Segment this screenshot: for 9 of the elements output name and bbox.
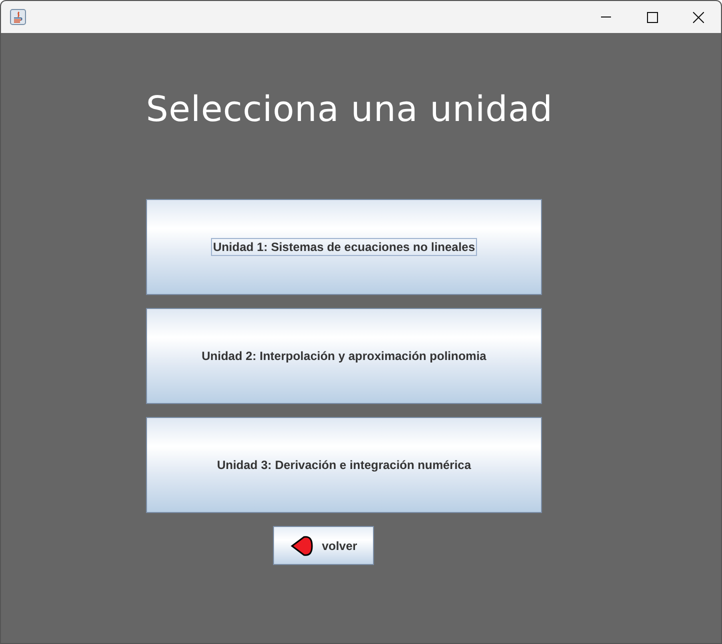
back-button[interactable]: volver [273, 526, 374, 565]
unit-button[interactable]: Unidad 3: Derivación e integración numérica [146, 417, 542, 513]
left-arrow-icon [290, 534, 314, 556]
maximize-icon[interactable] [646, 12, 658, 22]
page-heading: Selecciona una unidad [146, 89, 554, 132]
close-icon[interactable] [692, 12, 704, 22]
java-app-icon [10, 9, 26, 25]
unit-button[interactable]: Unidad 1: Sistemas de ecuaciones no lineales [146, 199, 542, 295]
unit-button[interactable]: Unidad 2: Interpolación y aproximación polinomia [146, 308, 542, 404]
